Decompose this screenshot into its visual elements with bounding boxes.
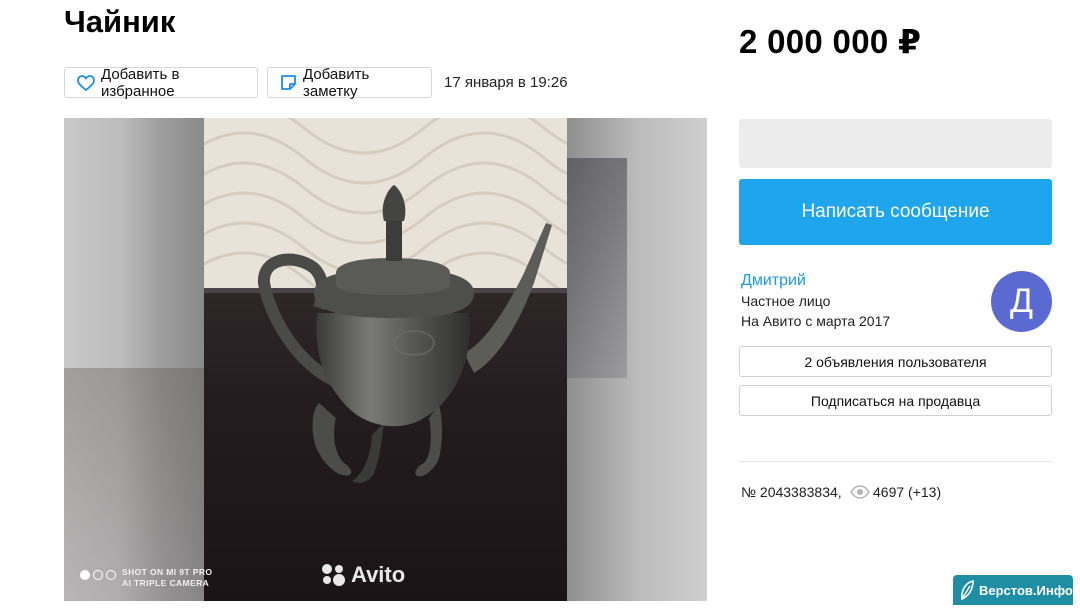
note-icon xyxy=(281,75,296,90)
add-to-favorites-button[interactable]: Добавить в избранное xyxy=(64,65,258,100)
heart-icon xyxy=(77,74,95,91)
avito-logo-icon xyxy=(322,564,345,586)
publish-date: 17 января в 19:26 xyxy=(444,74,568,91)
gallery-blur-left xyxy=(64,118,204,601)
add-to-favorites-label: Добавить в избранное xyxy=(101,65,180,100)
seller-ads-button[interactable]: 2 объявления пользователя xyxy=(739,346,1052,377)
item-number: № 2043383834, xyxy=(741,484,842,500)
page-title: Чайник xyxy=(64,4,176,39)
teapot-image xyxy=(258,185,552,483)
site-watermark-text: Верстов.Инфо xyxy=(979,582,1073,598)
gallery-blur-right xyxy=(567,118,707,601)
write-message-button[interactable]: Написать сообщение xyxy=(739,179,1052,245)
add-note-button[interactable]: Добавить заметку xyxy=(267,65,432,100)
seller-name-link[interactable]: Дмитрий xyxy=(741,272,806,290)
show-phone-button[interactable] xyxy=(739,119,1052,168)
add-note-label: Добавить заметку xyxy=(303,65,370,100)
divider xyxy=(739,461,1052,462)
seller-type: Частное лицо xyxy=(741,293,831,309)
gallery-dot[interactable] xyxy=(93,570,103,580)
gallery-dot[interactable] xyxy=(106,570,116,580)
eye-icon xyxy=(850,485,870,499)
leaf-icon xyxy=(961,579,974,601)
main-photo[interactable] xyxy=(204,118,567,601)
camera-watermark-line2: AI TRIPLE CAMERA xyxy=(122,578,210,588)
avito-watermark: Avito xyxy=(320,562,405,588)
photo-gallery[interactable]: SHOT ON MI 9T PRO AI TRIPLE CAMERA Avito xyxy=(64,118,707,601)
views-count: 4697 (+13) xyxy=(873,484,942,500)
camera-watermark-line1: SHOT ON MI 9T PRO xyxy=(122,567,213,577)
site-watermark: Верстов.Инфо xyxy=(953,575,1073,605)
subscribe-seller-button[interactable]: Подписаться на продавца xyxy=(739,385,1052,416)
price: 2 000 000 ₽ xyxy=(739,23,922,60)
seller-since: На Авито с марта 2017 xyxy=(741,313,891,329)
gallery-pagination[interactable] xyxy=(80,570,116,580)
avatar[interactable]: Д xyxy=(991,271,1052,332)
gallery-dot[interactable] xyxy=(80,570,90,580)
